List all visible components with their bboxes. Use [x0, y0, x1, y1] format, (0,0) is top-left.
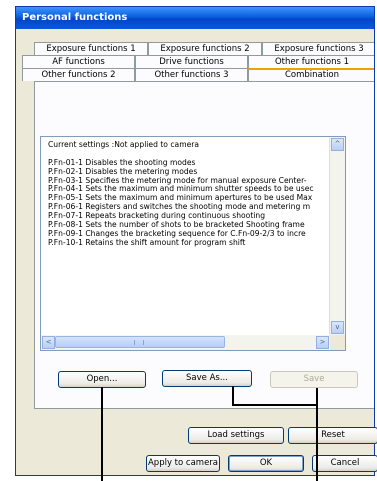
ok-button[interactable]: OK	[228, 455, 304, 472]
settings-list[interactable]: Current settings :Not applied to camera …	[40, 136, 346, 351]
scroll-down-icon[interactable]: v	[331, 321, 344, 334]
apply-to-camera-button[interactable]: Apply to camera	[146, 455, 220, 472]
callout-line-save-as	[232, 386, 234, 405]
callout-line-open	[101, 387, 103, 481]
save-as-button[interactable]: Save As...	[162, 370, 252, 387]
tab-exposure-functions-1[interactable]: Exposure functions 1	[34, 42, 148, 55]
list-header: Current settings :Not applied to camera	[48, 141, 200, 149]
tab-other-functions-1[interactable]: Other functions 1	[248, 55, 374, 68]
tab-combination[interactable]: Combination	[248, 68, 374, 81]
horizontal-scrollbar[interactable]: < >	[41, 335, 330, 350]
open-button[interactable]: Open...	[58, 371, 146, 388]
list-item: P.Fn-10-1 Retains the shift amount for p…	[48, 237, 246, 247]
reset-button[interactable]: Reset	[288, 427, 377, 444]
scrollbar-corner	[330, 335, 345, 350]
tab-af-functions[interactable]: AF functions	[22, 55, 135, 68]
scroll-right-icon[interactable]: >	[316, 336, 329, 349]
tab-row-2: AF functions Drive functions Other funct…	[22, 55, 374, 68]
save-button[interactable]: Save	[270, 371, 358, 388]
tab-exposure-functions-3[interactable]: Exposure functions 3	[262, 42, 374, 55]
tab-row-1: Exposure functions 1 Exposure functions …	[34, 42, 374, 55]
scroll-left-icon[interactable]: <	[42, 336, 55, 349]
tab-drive-functions[interactable]: Drive functions	[135, 55, 248, 68]
horizontal-scroll-thumb[interactable]	[55, 336, 225, 348]
tab-row-3: Other functions 2 Other functions 3 Comb…	[22, 68, 374, 81]
vertical-scrollbar[interactable]: ^ v	[329, 137, 345, 335]
window-title: Personal functions	[16, 7, 374, 29]
tab-other-functions-3[interactable]: Other functions 3	[135, 68, 248, 81]
tab-exposure-functions-2[interactable]: Exposure functions 2	[148, 42, 262, 55]
callout-line-connector	[232, 404, 318, 406]
load-settings-button[interactable]: Load settings	[188, 427, 284, 444]
callout-line-save	[316, 388, 318, 481]
scroll-up-icon[interactable]: ^	[331, 138, 344, 151]
cancel-button[interactable]: Cancel	[312, 455, 377, 472]
scroll-grip-icon	[134, 340, 144, 345]
settings-list-content: Current settings :Not applied to camera …	[48, 141, 329, 248]
tab-other-functions-2[interactable]: Other functions 2	[22, 68, 135, 81]
